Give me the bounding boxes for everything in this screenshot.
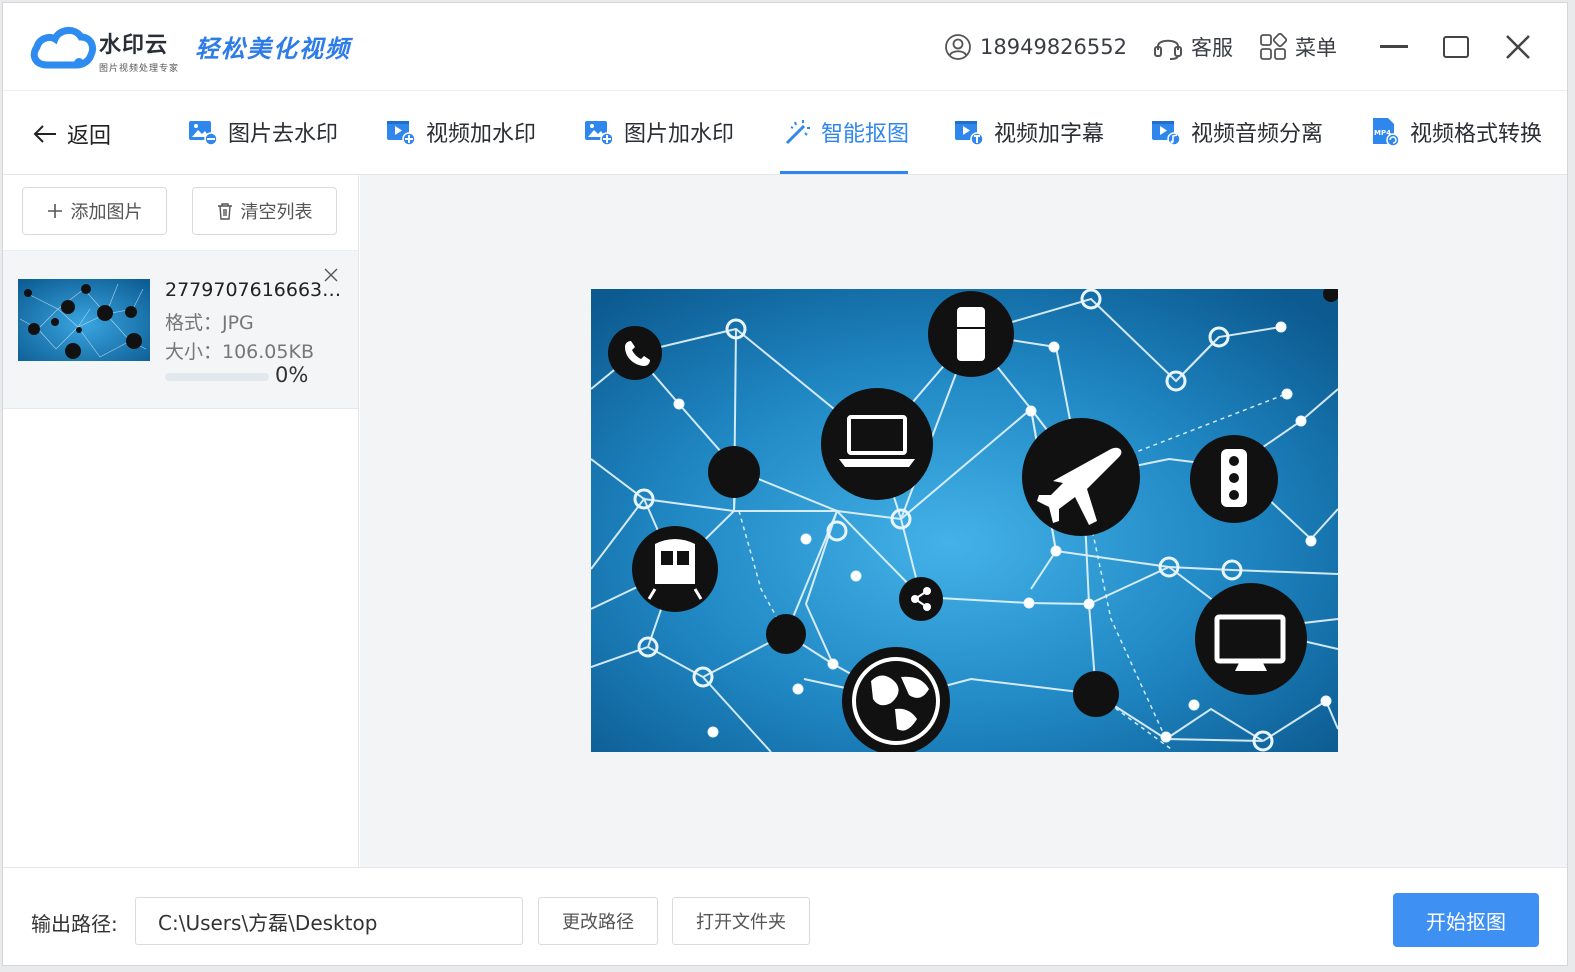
tab-label: 智能抠图 [821,122,910,147]
sidebar-actions: 添加图片 清空列表 [3,175,358,251]
title-bar: 水印云 图片视频处理专家 轻松美化视频 18949826552 客服 菜单 [3,3,1567,91]
output-path-field[interactable]: C:\Users\方磊\Desktop [135,897,523,945]
tab-video-subtitle[interactable]: 视频加字幕 [954,116,1104,148]
app-window: 水印云 图片视频处理专家 轻松美化视频 18949826552 客服 菜单 返回… [2,2,1568,966]
tab-label: 图片加水印 [624,122,735,147]
grid-menu-icon [1260,33,1287,60]
video-add-icon [387,121,416,146]
tab-video-format-convert[interactable]: MP4 视频格式转换 [1370,116,1542,148]
preview-image [591,289,1338,752]
service-button[interactable]: 客服 [1153,32,1233,62]
account-button[interactable]: 18949826552 [944,33,1127,61]
service-label: 客服 [1191,36,1233,60]
clear-list-label: 清空列表 [240,202,313,223]
file-name: 27797076166634... [165,279,345,301]
close-icon [1506,35,1530,59]
tab-label: 视频格式转换 [1410,122,1543,147]
menu-label: 菜单 [1295,36,1337,60]
video-text-icon [955,121,984,146]
tab-label: 视频加字幕 [994,122,1105,147]
tab-smart-cutout[interactable]: 智能抠图 [783,116,909,148]
image-add-icon [585,121,614,146]
slogan: 轻松美化视频 [195,34,351,63]
trash-icon [217,203,232,220]
file-format: 格式：JPG [165,312,254,334]
phone-number: 18949826552 [980,35,1127,59]
start-cutout-button[interactable]: 开始抠图 [1393,893,1539,947]
tab-label: 视频音频分离 [1191,122,1324,147]
minimize-button[interactable] [1363,3,1425,91]
maximize-icon [1443,36,1469,58]
tab-video-add-watermark[interactable]: 视频加水印 [386,116,536,148]
tab-label: 图片去水印 [228,122,339,147]
change-path-button[interactable]: 更改路径 [538,897,658,945]
remove-file-icon[interactable] [323,267,339,283]
image-remove-icon [189,121,218,146]
tab-video-audio-split[interactable]: 视频音频分离 [1151,116,1323,148]
file-size: 大小：106.05KB [165,341,314,363]
tab-label: 视频加水印 [426,122,537,147]
clear-list-button[interactable]: 清空列表 [192,187,337,235]
plus-icon [47,204,62,218]
brand-subtitle: 图片视频处理专家 [99,64,180,74]
mp4-icon: MP4 [1373,118,1400,147]
arrow-left-icon [33,125,56,143]
headset-icon [1154,39,1182,60]
title-actions: 18949826552 客服 菜单 [944,3,1567,91]
file-list-item[interactable]: 27797076166634... 格式：JPG 大小：106.05KB 0% [3,251,358,409]
magic-wand-icon [785,120,810,145]
menu-button[interactable]: 菜单 [1259,32,1337,62]
brand: 水印云 图片视频处理专家 [99,27,179,74]
tab-bar: 返回 图片去水印 视频加水印 图片加水印 智能抠图 视频加字幕 视频音频分离 M… [3,91,1567,175]
back-label: 返回 [67,124,112,149]
preview-area [360,175,1567,867]
file-progress-bar [165,373,269,381]
maximize-button[interactable] [1425,3,1487,91]
cloud-logo-icon [30,27,97,69]
file-thumbnail [18,279,150,361]
bottom-bar: 输出路径: C:\Users\方磊\Desktop 更改路径 打开文件夹 开始抠… [3,867,1567,965]
file-sidebar: 添加图片 清空列表 27797076166634... 格式：JPG 大小：10… [3,175,359,867]
add-image-button[interactable]: 添加图片 [22,187,167,235]
video-audio-icon [1152,121,1181,146]
tab-image-remove-watermark[interactable]: 图片去水印 [188,116,338,148]
file-progress-text: 0% [275,363,309,387]
add-image-label: 添加图片 [70,202,143,223]
user-icon [945,34,971,60]
minimize-icon [1380,45,1408,48]
brand-name: 水印云 [99,33,169,58]
tab-image-add-watermark[interactable]: 图片加水印 [584,116,734,148]
open-folder-button[interactable]: 打开文件夹 [672,897,810,945]
close-button[interactable] [1487,3,1549,91]
output-path-label: 输出路径: [31,912,118,936]
active-tab-indicator [780,171,908,174]
back-button[interactable]: 返回 [33,118,111,150]
